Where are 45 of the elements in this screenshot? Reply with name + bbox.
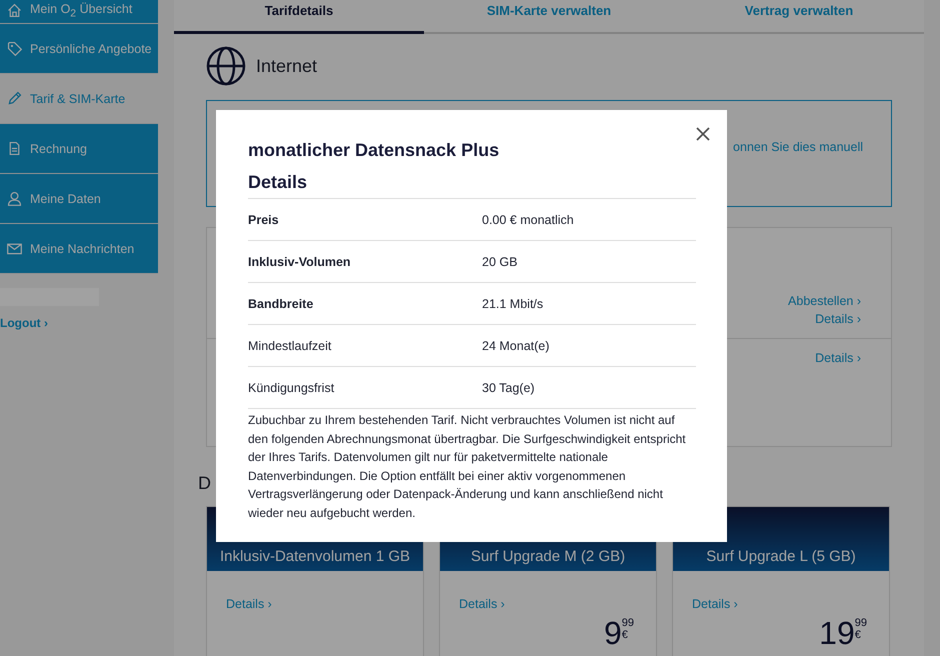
section-title: Internet <box>256 56 318 76</box>
tab[interactable]: Vertrag verwalten <box>674 0 924 32</box>
detail-label: Mindestlaufzeit <box>248 338 332 352</box>
pack-title: Surf Upgrade L (5 GB) <box>706 548 856 565</box>
details-link[interactable]: Details › <box>815 310 861 328</box>
sidebar-item[interactable]: Meine Daten <box>0 174 158 224</box>
description-text: Zubuchbar zu Ihrem bestehenden Tarif. Nicht verbrauchtes Volumen ist nicht auf den folgenden Abrechnungsmonat übertragbar. Die Surfgeschwindigkeit entspricht der Ihres Tarifs. Datenvolumen gilt nur für paketvermittelte nationale Datenverbindungen. Die Option entfällt bei einer aktiv vorgenommenen Vertragsverlängerung oder Datenpack-Änderung und kann anschließend nicht wieder neu aufgebucht werden. <box>248 412 687 522</box>
home-icon <box>6 2 23 19</box>
tag-icon <box>6 40 23 57</box>
pencil-icon <box>6 90 23 107</box>
detail-value: 30 Tag(e) <box>482 380 535 394</box>
pack-title: Surf Upgrade M (2 GB) <box>470 548 626 565</box>
detail-value: 24 Monat(e) <box>482 338 550 352</box>
detail-label: Preis <box>248 212 280 226</box>
pack-title: Inklusiv-Datenvolumen 1 GB <box>220 548 410 565</box>
details-link[interactable]: Details › <box>815 349 861 367</box>
person-icon <box>6 190 23 207</box>
detail-label: Bandbreite <box>248 296 314 310</box>
price-cents: 99 <box>854 617 867 629</box>
cancel-link[interactable]: Abbestellen › <box>788 292 861 310</box>
price-cents: 99 <box>622 617 634 629</box>
detail-value: 21.1 Mbit/s <box>482 296 544 310</box>
modal-title: monatlicher Datensnack Plus <box>248 139 500 162</box>
sidebar-item[interactable]: Meine Nachrichten <box>0 224 158 274</box>
section-heading: D <box>198 473 211 494</box>
modal-subtitle: Details <box>248 171 308 194</box>
price-currency: € <box>854 629 862 641</box>
detail-value: 20 GB <box>482 254 518 268</box>
tab[interactable]: Tarifdetails <box>174 0 424 34</box>
details-link[interactable]: Details › <box>692 595 738 613</box>
details-link[interactable]: Details › <box>226 595 272 613</box>
sidebar-item[interactable]: Rechnung <box>0 124 158 174</box>
details-link[interactable]: Details › <box>459 595 505 613</box>
detail-value: 0.00 € monatlich <box>482 212 574 226</box>
sidebar-item[interactable]: Persönliche Angebote <box>0 24 158 74</box>
logout-link[interactable]: Logout › <box>0 316 48 330</box>
detail-label: Inklusiv-Volumen <box>248 254 352 268</box>
globe-icon <box>206 46 246 86</box>
price-currency: € <box>622 629 629 641</box>
price-amount: 9 <box>604 617 622 649</box>
tab[interactable]: SIM-Karte verwalten <box>424 0 674 32</box>
sidebar-item[interactable]: Mein O$_{2}$ Übersicht <box>0 0 158 24</box>
notice-text: onnen Sie dies manuell <box>733 140 863 156</box>
price-amount: 19 <box>819 617 855 649</box>
detail-label: Kündigungsfrist <box>248 380 336 394</box>
